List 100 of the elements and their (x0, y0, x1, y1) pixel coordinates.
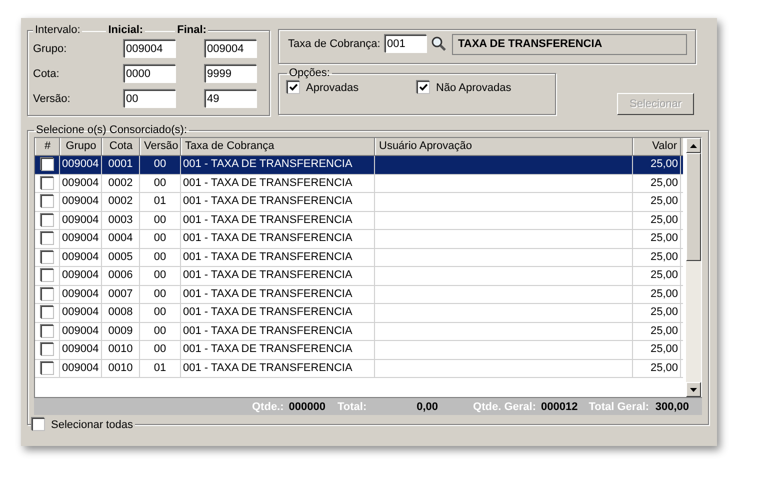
checkbox[interactable] (40, 158, 54, 172)
field-label: Versão: (33, 92, 72, 104)
table-cell: 00 (140, 341, 181, 358)
total-value: 0,00 (416, 400, 438, 412)
table-row[interactable]: 009004 0003 00 001 - TAXA DE TRANSFERENCIA 25,00 (35, 212, 683, 230)
table-cell: 01 (140, 193, 181, 210)
table-cell: 25,00 (633, 212, 681, 229)
total-label: Qtde. Geral: (473, 400, 536, 412)
table-cell: 25,00 (633, 341, 681, 358)
checkbox[interactable] (40, 250, 54, 264)
checkbox[interactable] (40, 214, 54, 227)
table-cell: 25,00 (633, 304, 681, 322)
column-header[interactable]: Valor (633, 138, 681, 155)
table-cell: 009004 (60, 304, 102, 322)
table-cell: 00 (140, 267, 181, 284)
input-field[interactable]: 009004 (205, 40, 257, 58)
table-row[interactable]: 009004 0008 00 001 - TAXA DE TRANSFERENCIA 25,00 (35, 304, 683, 322)
column-header[interactable]: Versão (140, 138, 181, 155)
table-cell: 009004 (60, 174, 102, 192)
legend-text: Selecione o(s) Consorciado(s): (36, 124, 188, 136)
checkbox[interactable] (40, 195, 54, 208)
table-cell: 009004 (60, 286, 102, 303)
column-header[interactable]: Cota (102, 138, 140, 155)
table-cell: 0010 (102, 360, 140, 377)
description-field: TAXA DE TRANSFERENCIA (452, 34, 687, 54)
table-cell: 009004 (60, 360, 102, 377)
table-cell: 009004 (60, 212, 102, 229)
search-icon[interactable] (431, 36, 447, 52)
table-cell: 001 - TAXA DE TRANSFERENCIA (181, 248, 375, 266)
table-cell: 001 - TAXA DE TRANSFERENCIA (181, 174, 375, 192)
table-cell: 009004 (60, 193, 102, 210)
table-row[interactable]: 009004 0010 00 001 - TAXA DE TRANSFERENCIA 25,00 (35, 341, 683, 360)
checkbox[interactable] (40, 324, 54, 338)
table-row[interactable]: 009004 0002 01 001 - TAXA DE TRANSFERENCIA 25,00 (35, 193, 683, 212)
table-cell: 25,00 (633, 193, 681, 210)
table-cell: 01 (140, 360, 181, 377)
input-field[interactable]: 9999 (205, 64, 257, 82)
table-row[interactable]: 009004 0004 00 001 - TAXA DE TRANSFERENCIA 25,00 (35, 230, 683, 248)
table-cell: 009004 (60, 267, 102, 284)
table-cell: 0005 (102, 248, 140, 266)
table-cell: 0007 (102, 286, 140, 303)
table-cell: 25,00 (633, 248, 681, 266)
table-row[interactable]: 009004 0010 01 001 - TAXA DE TRANSFERENCIA 25,00 (35, 360, 683, 378)
checkbox[interactable] (417, 81, 430, 94)
checkbox[interactable] (40, 343, 54, 356)
table-cell: 001 - TAXA DE TRANSFERENCIA (181, 341, 375, 358)
table-row[interactable]: 009004 0009 00 001 - TAXA DE TRANSFERENCIA 25,00 (35, 322, 683, 341)
table-cell: 00 (140, 322, 181, 340)
table-cell: 001 - TAXA DE TRANSFERENCIA (181, 230, 375, 248)
table-cell: 001 - TAXA DE TRANSFERENCIA (181, 156, 375, 174)
checkbox[interactable] (32, 418, 45, 431)
table-cell: 009004 (60, 156, 102, 174)
input-field[interactable]: 009004 (124, 40, 176, 58)
table-cell: 0002 (102, 174, 140, 192)
legend-text: Intervalo: (33, 24, 82, 36)
table-row[interactable]: 009004 0005 00 001 - TAXA DE TRANSFERENCIA 25,00 (35, 248, 683, 267)
column-header[interactable]: Grupo (60, 138, 102, 155)
column-header[interactable]: Usuário Aprovação (375, 138, 633, 155)
checkbox-label: Aprovadas (306, 82, 359, 94)
checkbox[interactable] (40, 269, 54, 282)
table-cell: 0006 (102, 267, 140, 284)
checkbox[interactable] (287, 81, 300, 94)
column-header[interactable]: # (35, 138, 60, 155)
scroll-thumb[interactable] (686, 153, 701, 261)
table-cell: 00 (140, 286, 181, 303)
column-heading: Inicial: (106, 24, 146, 36)
table-cell: 25,00 (633, 286, 681, 303)
field-label: Cota: (33, 68, 60, 80)
checkbox[interactable] (40, 306, 54, 320)
checkbox[interactable] (40, 232, 54, 246)
table-row[interactable]: 009004 0001 00 001 - TAXA DE TRANSFERENCIA 25,00 (35, 156, 683, 174)
table-cell: 00 (140, 304, 181, 322)
table-cell: 0001 (102, 156, 140, 174)
checkbox[interactable] (40, 362, 54, 375)
checkbox[interactable] (40, 176, 54, 190)
table-cell: 25,00 (633, 267, 681, 284)
scrollbar[interactable] (686, 138, 701, 397)
input-field[interactable]: 00 (124, 90, 176, 108)
column-header[interactable]: Taxa de Cobrança (181, 138, 375, 155)
table-row[interactable]: 009004 0002 00 001 - TAXA DE TRANSFERENCIA 25,00 (35, 174, 683, 193)
table-cell: 001 - TAXA DE TRANSFERENCIA (181, 212, 375, 229)
checkbox[interactable] (40, 288, 54, 301)
table-cell: 0008 (102, 304, 140, 322)
total-label: Total Geral: (588, 400, 650, 412)
table-row[interactable]: 009004 0007 00 001 - TAXA DE TRANSFERENCIA 25,00 (35, 286, 683, 304)
input-field[interactable]: 49 (205, 90, 257, 108)
table-cell: 009004 (60, 230, 102, 248)
input-field[interactable]: 001 (385, 35, 427, 53)
input-field[interactable]: 0000 (124, 64, 176, 82)
checkbox-label: Selecionar todas (51, 418, 133, 430)
table-cell: 00 (140, 212, 181, 229)
table-row[interactable]: 009004 0006 00 001 - TAXA DE TRANSFERENCIA 25,00 (35, 267, 683, 286)
table-cell: 25,00 (633, 174, 681, 192)
legend-text: Opções: (289, 67, 330, 79)
total-value: 000000 (288, 400, 326, 412)
table-cell: 009004 (60, 341, 102, 358)
table-cell: 009004 (60, 248, 102, 266)
table-cell: 00 (140, 156, 181, 174)
table-cell: 001 - TAXA DE TRANSFERENCIA (181, 267, 375, 284)
field-label: Taxa de Cobrança: (288, 38, 382, 50)
